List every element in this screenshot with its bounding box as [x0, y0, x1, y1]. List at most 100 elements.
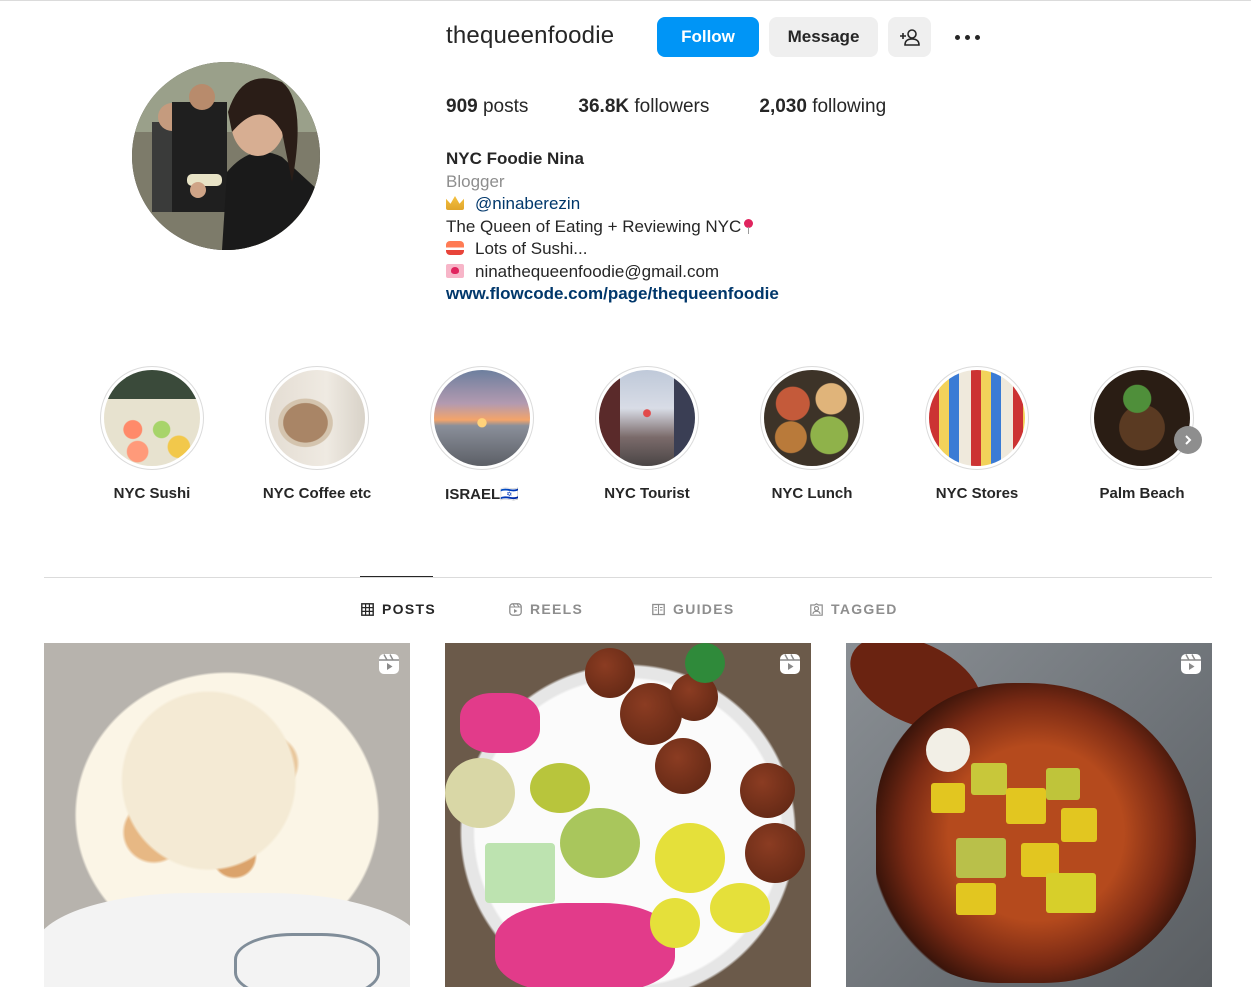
post-image-detail [745, 823, 805, 883]
pin-icon [744, 218, 754, 234]
post-image-detail [1061, 808, 1097, 842]
tab-reels[interactable]: REELS [509, 601, 583, 617]
highlight-label: Palm Beach [1099, 485, 1185, 502]
highlight-ring [760, 366, 864, 470]
highlight-label: NYC Coffee etc [262, 485, 372, 502]
chevron-right-icon [1185, 435, 1192, 445]
post-image-detail [1046, 768, 1080, 800]
add-user-icon [899, 29, 920, 46]
post-image-detail [445, 758, 515, 828]
highlight-item[interactable]: ISRAEL🇮🇱 [417, 366, 547, 503]
post-image-detail [710, 883, 770, 933]
post-image-detail [585, 648, 635, 698]
profile-avatar[interactable] [132, 62, 320, 250]
post-image-detail [460, 693, 540, 753]
highlight-item[interactable]: NYC Lunch [747, 366, 877, 502]
tagged-icon [810, 602, 823, 616]
highlight-cover [764, 370, 860, 466]
bio-line-1: The Queen of Eating + Reviewing NYC [446, 216, 779, 239]
highlights-next-button[interactable] [1174, 426, 1202, 454]
grid-icon [361, 602, 374, 616]
tab-reels-label: REELS [530, 601, 584, 617]
following-count[interactable]: 2,030 following [759, 96, 886, 118]
post-image-detail [971, 763, 1007, 795]
post-image-detail [876, 683, 1196, 983]
post-image-detail [685, 643, 725, 683]
tab-posts[interactable]: POSTS [361, 601, 436, 617]
top-border [0, 0, 1251, 1]
post-image-detail [655, 738, 711, 794]
highlight-cover [1094, 370, 1190, 466]
post-image-detail [44, 893, 410, 987]
profile-display-name: NYC Foodie Nina [446, 149, 584, 168]
profile-username: thequeenfoodie [446, 22, 615, 49]
post-image-detail [1046, 873, 1096, 913]
highlight-label: NYC Sushi [113, 485, 191, 502]
highlight-ring [595, 366, 699, 470]
post-image-detail [956, 883, 996, 915]
bio-mention-line: @ninaberezin [446, 193, 779, 216]
reel-icon [379, 654, 399, 674]
highlight-cover [104, 370, 200, 466]
post-thumbnail[interactable] [445, 643, 811, 987]
tab-posts-label: POSTS [382, 601, 436, 617]
profile-bio: NYC Foodie Nina Blogger @ninaberezin The… [446, 148, 779, 306]
love-letter-icon [446, 263, 464, 278]
highlight-cover [929, 370, 1025, 466]
highlight-cover [434, 370, 530, 466]
profile-category: Blogger [446, 171, 505, 191]
tab-tagged-label: TAGGED [831, 601, 898, 617]
profile-stats: 909 posts 36.8K followers 2,030 followin… [446, 96, 936, 118]
followers-count[interactable]: 36.8K followers [578, 96, 709, 118]
suggested-users-button[interactable] [888, 17, 931, 57]
post-thumbnail[interactable] [44, 643, 410, 987]
highlight-ring [430, 366, 534, 470]
post-thumbnail[interactable] [846, 643, 1212, 987]
highlight-item[interactable]: NYC Stores [912, 366, 1042, 502]
tabs-divider [44, 577, 1212, 578]
tab-tagged[interactable]: TAGGED [810, 601, 898, 617]
highlight-ring [265, 366, 369, 470]
post-image-detail [740, 763, 795, 818]
guides-icon [652, 603, 665, 615]
post-image-detail [931, 783, 965, 813]
post-image-detail [1006, 788, 1046, 824]
post-image-detail [956, 838, 1006, 878]
highlight-ring [1090, 366, 1194, 470]
post-image-detail [530, 763, 590, 813]
sushi-icon [446, 241, 464, 255]
bio-line-2: Lots of Sushi... [446, 238, 779, 261]
highlight-item[interactable]: NYC Tourist [582, 366, 712, 502]
bio-website-link[interactable]: www.flowcode.com/page/thequeenfoodie [446, 283, 779, 306]
crown-icon [446, 196, 464, 210]
highlight-label: NYC Tourist [604, 485, 690, 502]
reels-icon [509, 602, 522, 616]
bio-email-line: ninathequeenfoodie@gmail.com [446, 261, 779, 284]
more-options-button[interactable] [946, 17, 988, 57]
tab-guides-label: GUIDES [673, 601, 735, 617]
profile-page: thequeenfoodie Follow Message 909 posts … [0, 0, 1251, 987]
post-image-detail [926, 728, 970, 772]
mention-link[interactable]: @ninaberezin [475, 194, 580, 213]
post-image-detail [655, 823, 725, 893]
highlight-item[interactable]: NYC Coffee etc [252, 366, 382, 502]
post-image-detail [485, 843, 555, 903]
active-tab-indicator [360, 576, 433, 577]
post-image-detail [560, 808, 640, 878]
post-image-detail [495, 903, 675, 987]
tab-guides[interactable]: GUIDES [652, 601, 734, 617]
highlight-label: NYC Stores [935, 485, 1019, 502]
more-icon [954, 34, 980, 40]
highlight-ring [925, 366, 1029, 470]
reel-icon [1181, 654, 1201, 674]
posts-count: 909 posts [446, 96, 529, 117]
message-button[interactable]: Message [769, 17, 878, 57]
highlight-item[interactable]: NYC Sushi [87, 366, 217, 502]
highlight-cover [599, 370, 695, 466]
post-image-detail [650, 898, 700, 948]
highlight-label: ISRAEL🇮🇱 [445, 486, 519, 503]
highlight-cover [269, 370, 365, 466]
post-image-detail [1021, 843, 1059, 877]
highlight-ring [100, 366, 204, 470]
follow-button[interactable]: Follow [657, 17, 759, 57]
